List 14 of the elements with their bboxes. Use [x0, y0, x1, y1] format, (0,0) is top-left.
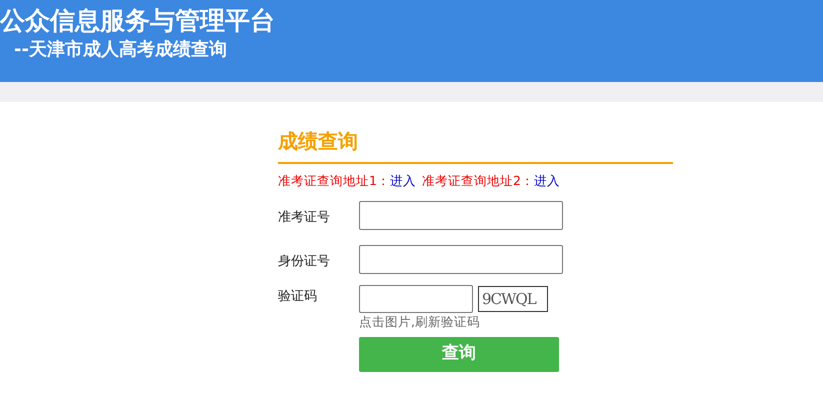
form-title: 成绩查询 — [278, 126, 673, 164]
input-field[interactable] — [359, 244, 563, 274]
enter-link[interactable]: 进入 — [390, 172, 416, 191]
captcha-hint: 点击图片,刷新验证码 — [359, 312, 481, 331]
field-label: 身份证号 — [278, 252, 331, 271]
field-label: 验证码 — [278, 288, 318, 306]
site-subtitle: --天津市成人高考成绩查询 — [13, 38, 228, 62]
captcha-image[interactable]: 9CWQL — [478, 286, 548, 312]
link-label: 准考证查询地址2： — [422, 172, 534, 190]
enter-link[interactable]: 进入 — [534, 172, 560, 191]
input-field[interactable] — [359, 200, 563, 230]
link-label: 准考证查询地址1： — [278, 172, 390, 190]
captcha-field[interactable] — [359, 284, 473, 313]
field-label: 准考证号 — [278, 208, 331, 227]
